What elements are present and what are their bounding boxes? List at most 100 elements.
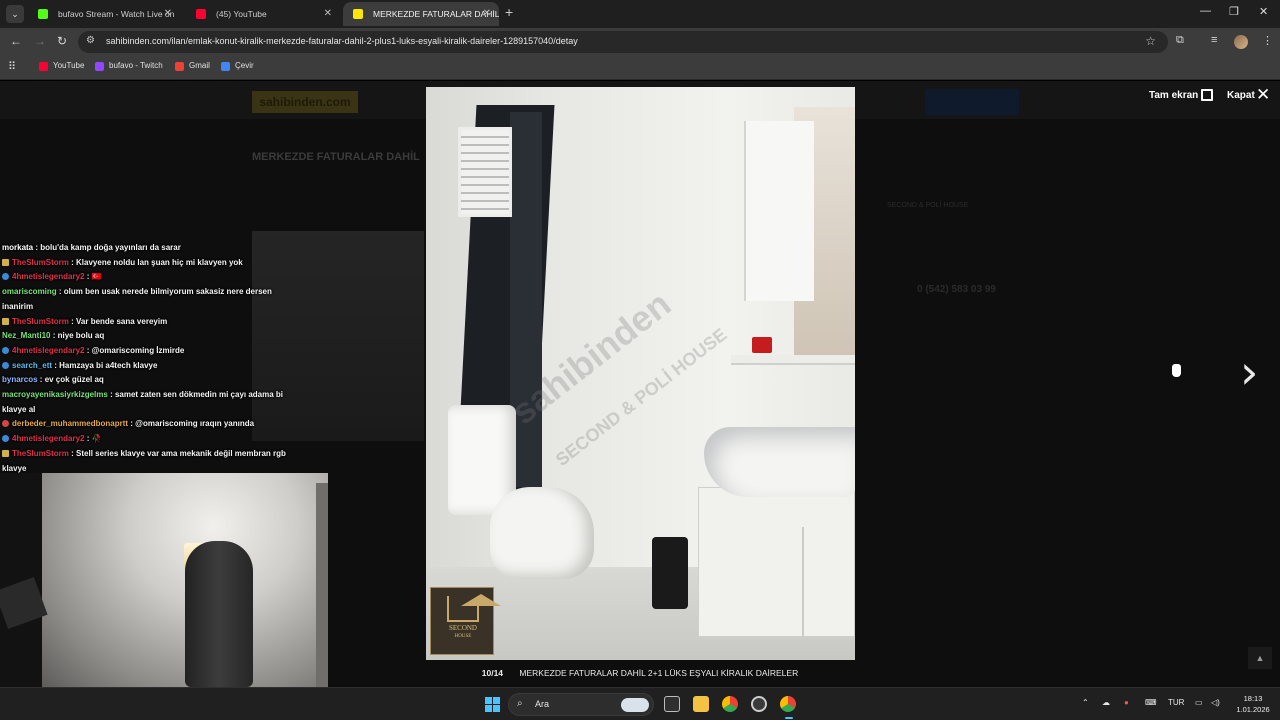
chrome-active-icon[interactable] <box>780 696 796 712</box>
close-lightbox-button[interactable]: Kapat <box>1227 90 1255 101</box>
restore-button[interactable]: ❐ <box>1229 5 1239 18</box>
chat-username[interactable]: morkata <box>2 243 33 252</box>
chat-username[interactable]: 4hmetislegendary2 <box>12 346 84 355</box>
network-icon[interactable]: ▭ <box>1195 698 1203 707</box>
extensions-icon[interactable]: ⧉ <box>1176 34 1184 47</box>
agency-logo: SECOND HOUSE <box>430 587 501 655</box>
chat-username[interactable]: macroyayenikasiyrkizgelms <box>2 390 108 399</box>
bookmark-label: YouTube <box>53 61 85 70</box>
chat-username[interactable]: bynarcos <box>2 375 38 384</box>
tray-overflow-chevron-icon[interactable]: ⌃ <box>1082 698 1089 707</box>
tab-youtube[interactable]: (45) YouTube ✕ <box>186 2 340 26</box>
forward-arrow-icon[interactable]: → <box>34 34 46 48</box>
chat-username[interactable]: derbeder_muhammedbonaprtt <box>12 419 128 428</box>
tab-search-icon[interactable]: ⌄ <box>6 5 24 23</box>
tab-sahibinden[interactable]: MERKEZDE FATURALAR DAHİL ✕ <box>343 2 499 26</box>
chat-username[interactable]: search_ett <box>12 361 52 370</box>
chat-text: 🇹🇷 <box>91 272 102 282</box>
microphone-icon[interactable]: ● <box>1124 698 1129 707</box>
chat-message: TheSlumStorm : Stell series klavye var a… <box>2 447 302 476</box>
file-explorer-icon[interactable] <box>693 696 709 712</box>
chat-username[interactable]: 4hmetislegendary2 <box>12 434 84 443</box>
chat-message: 4hmetislegendary2 : 🇹🇷 <box>2 270 302 285</box>
start-windows-icon[interactable] <box>485 697 500 712</box>
search-label: Ara <box>535 699 550 709</box>
chat-message: derbeder_muhammedbonaprtt : @omariscomin… <box>2 417 302 432</box>
site-info-icon[interactable]: ⚙ <box>86 35 95 46</box>
seller-phone: 0 (542) 583 03 99 <box>917 284 996 295</box>
bookmark-star-icon[interactable]: ☆ <box>1145 34 1156 48</box>
chat-text: bolu'da kamp doğa yayınları da sarar <box>40 243 181 252</box>
keyboard-icon[interactable]: ⌨ <box>1145 698 1157 707</box>
bookmark-label: Çevir <box>235 61 254 70</box>
chat-message: macroyayenikasiyrkizgelms : samet zaten … <box>2 388 302 417</box>
fullscreen-button[interactable]: Tam ekran <box>1149 90 1198 101</box>
soap-bottle <box>752 337 772 353</box>
kick-favicon-icon <box>38 9 48 19</box>
seller-name: SECOND & POLİ HOUSE <box>887 202 969 209</box>
trash-bin <box>652 537 688 609</box>
next-photo-chevron-icon[interactable]: › <box>1240 344 1258 400</box>
back-arrow-icon[interactable]: ← <box>10 34 22 48</box>
bookmark-twitch[interactable]: bufavo - Twitch <box>95 61 163 71</box>
minimize-button[interactable]: — <box>1200 5 1211 17</box>
steam-icon[interactable] <box>751 696 767 712</box>
tab-strip: ⌄ bufavo Stream - Watch Live on ✕ (45) Y… <box>0 0 1280 28</box>
input-language[interactable]: TUR <box>1168 698 1184 707</box>
tab-close-icon[interactable]: ✕ <box>324 2 332 26</box>
chat-username[interactable]: TheSlumStorm <box>12 258 69 267</box>
scroll-top-icon[interactable]: ▲ <box>1248 647 1272 669</box>
chat-separator: : <box>50 331 58 341</box>
fullscreen-icon[interactable] <box>1201 89 1213 101</box>
reload-icon[interactable]: ↻ <box>57 34 67 48</box>
photo-counter: 10/14 <box>481 668 504 678</box>
chat-username[interactable]: omariscoming <box>2 287 57 296</box>
chat-badge-icon <box>2 361 9 369</box>
bookmark-youtube[interactable]: YouTube <box>39 61 85 71</box>
search-icon: ⌕ <box>517 698 523 709</box>
new-tab-button[interactable]: + <box>505 4 513 20</box>
hand-cursor-icon <box>1172 364 1181 377</box>
bookmark-label: bufavo - Twitch <box>109 61 163 70</box>
bookmark-gmail[interactable]: Gmail <box>175 61 210 71</box>
chat-text: niye bolu aq <box>57 331 105 341</box>
chat-message: omariscoming : olum ben usak nerede bilm… <box>2 285 302 314</box>
chat-username[interactable]: Nez_Manti10 <box>2 331 50 340</box>
profile-avatar[interactable] <box>1234 35 1248 49</box>
task-view-icon[interactable] <box>664 696 680 712</box>
close-icon[interactable]: ✕ <box>1256 84 1270 106</box>
chat-message: search_ett : Hamzaya bi a4tech klavye <box>2 359 302 374</box>
wall-cabinet <box>744 121 814 301</box>
chat-username[interactable]: 4hmetislegendary2 <box>12 272 84 281</box>
chat-text: Klavyene noldu lan şuan hiç mi klavyen y… <box>76 257 243 267</box>
system-clock[interactable]: 18:13 1.01.2026 <box>1230 693 1276 715</box>
apps-grid-icon[interactable]: ⠿ <box>8 60 16 73</box>
taskbar-search[interactable]: ⌕ Ara <box>508 693 654 716</box>
house-icon <box>447 594 501 622</box>
tab-close-icon[interactable]: ✕ <box>483 2 491 26</box>
gallery-photo[interactable]: sahibinden SECOND & POLİ HOUSE SECOND HO… <box>426 87 855 660</box>
address-bar[interactable]: ⚙ sahibinden.com/ilan/emlak-konut-kirali… <box>78 31 1168 53</box>
bookmark-translate[interactable]: Çevir <box>221 61 254 71</box>
chat-message: bynarcos : ev çok güzel aq <box>2 373 302 388</box>
gmail-icon <box>175 62 184 71</box>
chat-username[interactable]: TheSlumStorm <box>12 449 69 458</box>
clock-date: 1.01.2026 <box>1236 705 1270 714</box>
url-text[interactable]: sahibinden.com/ilan/emlak-konut-kiralik-… <box>106 36 578 46</box>
bookmarks-bar: ⠿ YouTube bufavo - Twitch Gmail Çevir <box>0 56 1280 80</box>
sahibinden-favicon-icon <box>353 9 363 19</box>
chat-badge-icon <box>2 435 9 443</box>
tab-kick[interactable]: bufavo Stream - Watch Live on ✕ <box>28 2 180 26</box>
media-control-icon[interactable]: ≡ <box>1211 34 1217 46</box>
chat-username[interactable]: TheSlumStorm <box>12 317 69 326</box>
tab-close-icon[interactable]: ✕ <box>164 2 172 26</box>
onedrive-icon[interactable]: ☁ <box>1102 698 1110 707</box>
translate-icon <box>221 62 230 71</box>
chat-text: ev çok güzel aq <box>44 375 104 385</box>
window-close-button[interactable]: ✕ <box>1259 5 1268 18</box>
chat-message: 4hmetislegendary2 : 🥀 <box>2 432 302 447</box>
more-menu-icon[interactable]: ⋮ <box>1262 34 1273 47</box>
chrome-icon[interactable] <box>722 696 738 712</box>
volume-icon[interactable]: ◁) <box>1211 698 1220 707</box>
chat-badge-icon <box>2 273 9 281</box>
